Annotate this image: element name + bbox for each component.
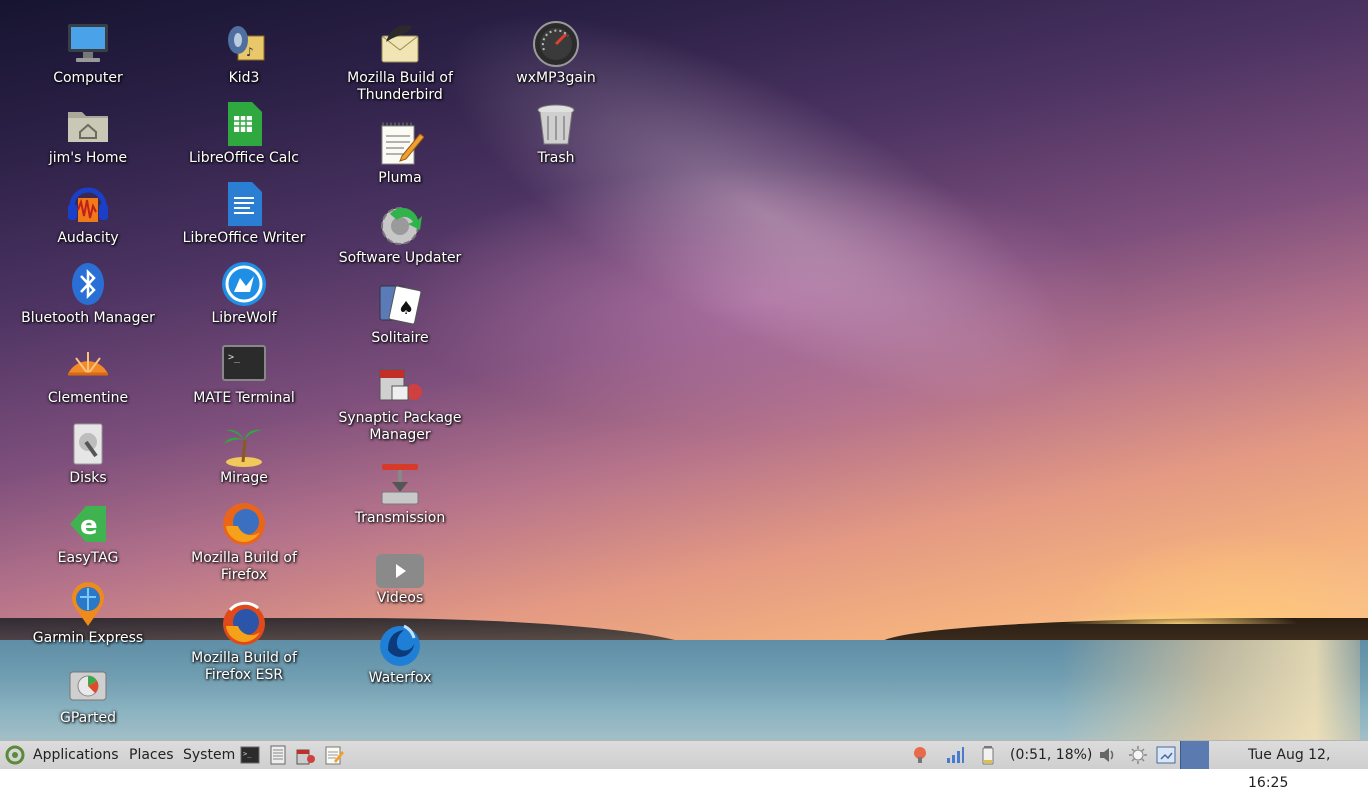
applications-menu[interactable]: Applications — [33, 741, 119, 769]
svg-text:e: e — [80, 511, 98, 541]
workspace-switcher[interactable] — [1180, 741, 1209, 769]
desktop-icon-transmission[interactable]: Transmission — [322, 460, 478, 527]
synaptic-launcher-icon[interactable] — [296, 745, 316, 765]
desktop-icon-home[interactable]: jim's Home — [10, 100, 166, 167]
libreoffice-calc-icon — [220, 100, 268, 148]
desktop-icon-disks[interactable]: Disks — [10, 420, 166, 487]
bluetooth-icon — [64, 260, 112, 308]
desktop-icon-trash[interactable]: Trash — [478, 100, 634, 167]
garmin-icon — [64, 580, 112, 628]
desktop-icon-libreoffice-writer[interactable]: LibreOffice Writer — [166, 180, 322, 247]
desktop-icon-gparted[interactable]: GParted — [10, 660, 166, 727]
thunderbird-icon — [376, 20, 424, 68]
desktop-icon-libreoffice-calc[interactable]: LibreOffice Calc — [166, 100, 322, 167]
wallpaper-city-lights — [1060, 610, 1300, 624]
text-editor-launcher-icon[interactable] — [324, 745, 344, 765]
battery-status-text: (0:51, 18%) — [1010, 747, 1093, 763]
synaptic-icon — [376, 360, 424, 408]
desktop-icon-clementine[interactable]: Clementine — [10, 340, 166, 407]
svg-text:>_: >_ — [243, 750, 252, 758]
desktop-icon-thunderbird[interactable]: Mozilla Build of Thunderbird — [322, 20, 478, 104]
firefox-esr-icon — [220, 600, 268, 648]
easytag-icon: e — [64, 500, 112, 548]
show-desktop-icon[interactable] — [1156, 745, 1176, 765]
solitaire-icon: ♠ — [376, 280, 424, 328]
trash-icon — [532, 100, 580, 148]
audacity-icon — [64, 180, 112, 228]
notification-icon[interactable] — [910, 745, 930, 765]
svg-text:♠: ♠ — [398, 298, 414, 319]
desktop-icon-synaptic[interactable]: Synaptic Package Manager — [322, 360, 478, 444]
wallpaper-sea-reflection — [1060, 640, 1360, 740]
terminal-icon: >_ — [220, 340, 268, 388]
desktop-icon-audacity[interactable]: Audacity — [10, 180, 166, 247]
svg-text:♪: ♪ — [246, 45, 254, 59]
desktop-icon-pluma[interactable]: Pluma — [322, 120, 478, 187]
desktop-icon-software-updater[interactable]: Software Updater — [322, 200, 478, 267]
places-menu[interactable]: Places — [129, 741, 174, 769]
pluma-icon — [376, 120, 424, 168]
svg-text:>_: >_ — [228, 352, 241, 363]
librewolf-icon — [220, 260, 268, 308]
mirage-icon — [220, 420, 268, 468]
file-manager-launcher-icon[interactable] — [268, 745, 288, 765]
transmission-icon — [376, 460, 424, 508]
disks-icon — [64, 420, 112, 468]
desktop-icon-videos[interactable]: Videos — [322, 540, 478, 607]
desktop-icon-mirage[interactable]: Mirage — [166, 420, 322, 487]
wxmp3gain-icon — [532, 20, 580, 68]
network-signal-icon[interactable] — [945, 745, 965, 765]
system-menu[interactable]: System — [183, 741, 235, 769]
clementine-icon — [64, 340, 112, 388]
gparted-icon — [64, 660, 112, 708]
desktop-icon-solitaire[interactable]: ♠ Solitaire — [322, 280, 478, 347]
mate-logo-icon[interactable] — [4, 741, 26, 769]
desktop-icon-computer[interactable]: Computer — [10, 20, 166, 87]
desktop-icon-waterfox[interactable]: Waterfox — [322, 620, 478, 687]
computer-icon — [64, 20, 112, 68]
desktop-icon-kid3[interactable]: ♪ Kid3 — [166, 20, 322, 87]
waterfox-icon — [376, 620, 424, 668]
desktop-icon-bluetooth-manager[interactable]: Bluetooth Manager — [10, 260, 166, 327]
desktop-icon-wxmp3gain[interactable]: wxMP3gain — [478, 20, 634, 87]
desktop[interactable]: Computer jim's Home Audacity Bluetooth M… — [0, 0, 1368, 740]
brightness-icon[interactable] — [1128, 745, 1148, 765]
terminal-launcher-icon[interactable]: >_ — [240, 745, 260, 765]
firefox-icon — [220, 500, 268, 548]
kid3-icon: ♪ — [220, 20, 268, 68]
desktop-icon-mate-terminal[interactable]: >_ MATE Terminal — [166, 340, 322, 407]
desktop-icon-firefox[interactable]: Mozilla Build of Firefox — [166, 500, 322, 584]
battery-icon[interactable] — [978, 745, 998, 765]
desktop-icon-firefox-esr[interactable]: Mozilla Build of Firefox ESR — [166, 600, 322, 684]
desktop-icon-easytag[interactable]: e EasyTAG — [10, 500, 166, 567]
desktop-icon-librewolf[interactable]: LibreWolf — [166, 260, 322, 327]
volume-icon[interactable] — [1097, 745, 1117, 765]
home-folder-icon — [64, 100, 112, 148]
clock[interactable]: Tue Aug 12, 16:25 — [1248, 741, 1368, 791]
software-updater-icon — [376, 200, 424, 248]
bottom-panel: Applications Places System >_ (0:51, 18%… — [0, 740, 1368, 791]
libreoffice-writer-icon — [220, 180, 268, 228]
desktop-icon-garmin-express[interactable]: Garmin Express — [10, 580, 166, 647]
videos-icon — [376, 540, 424, 588]
